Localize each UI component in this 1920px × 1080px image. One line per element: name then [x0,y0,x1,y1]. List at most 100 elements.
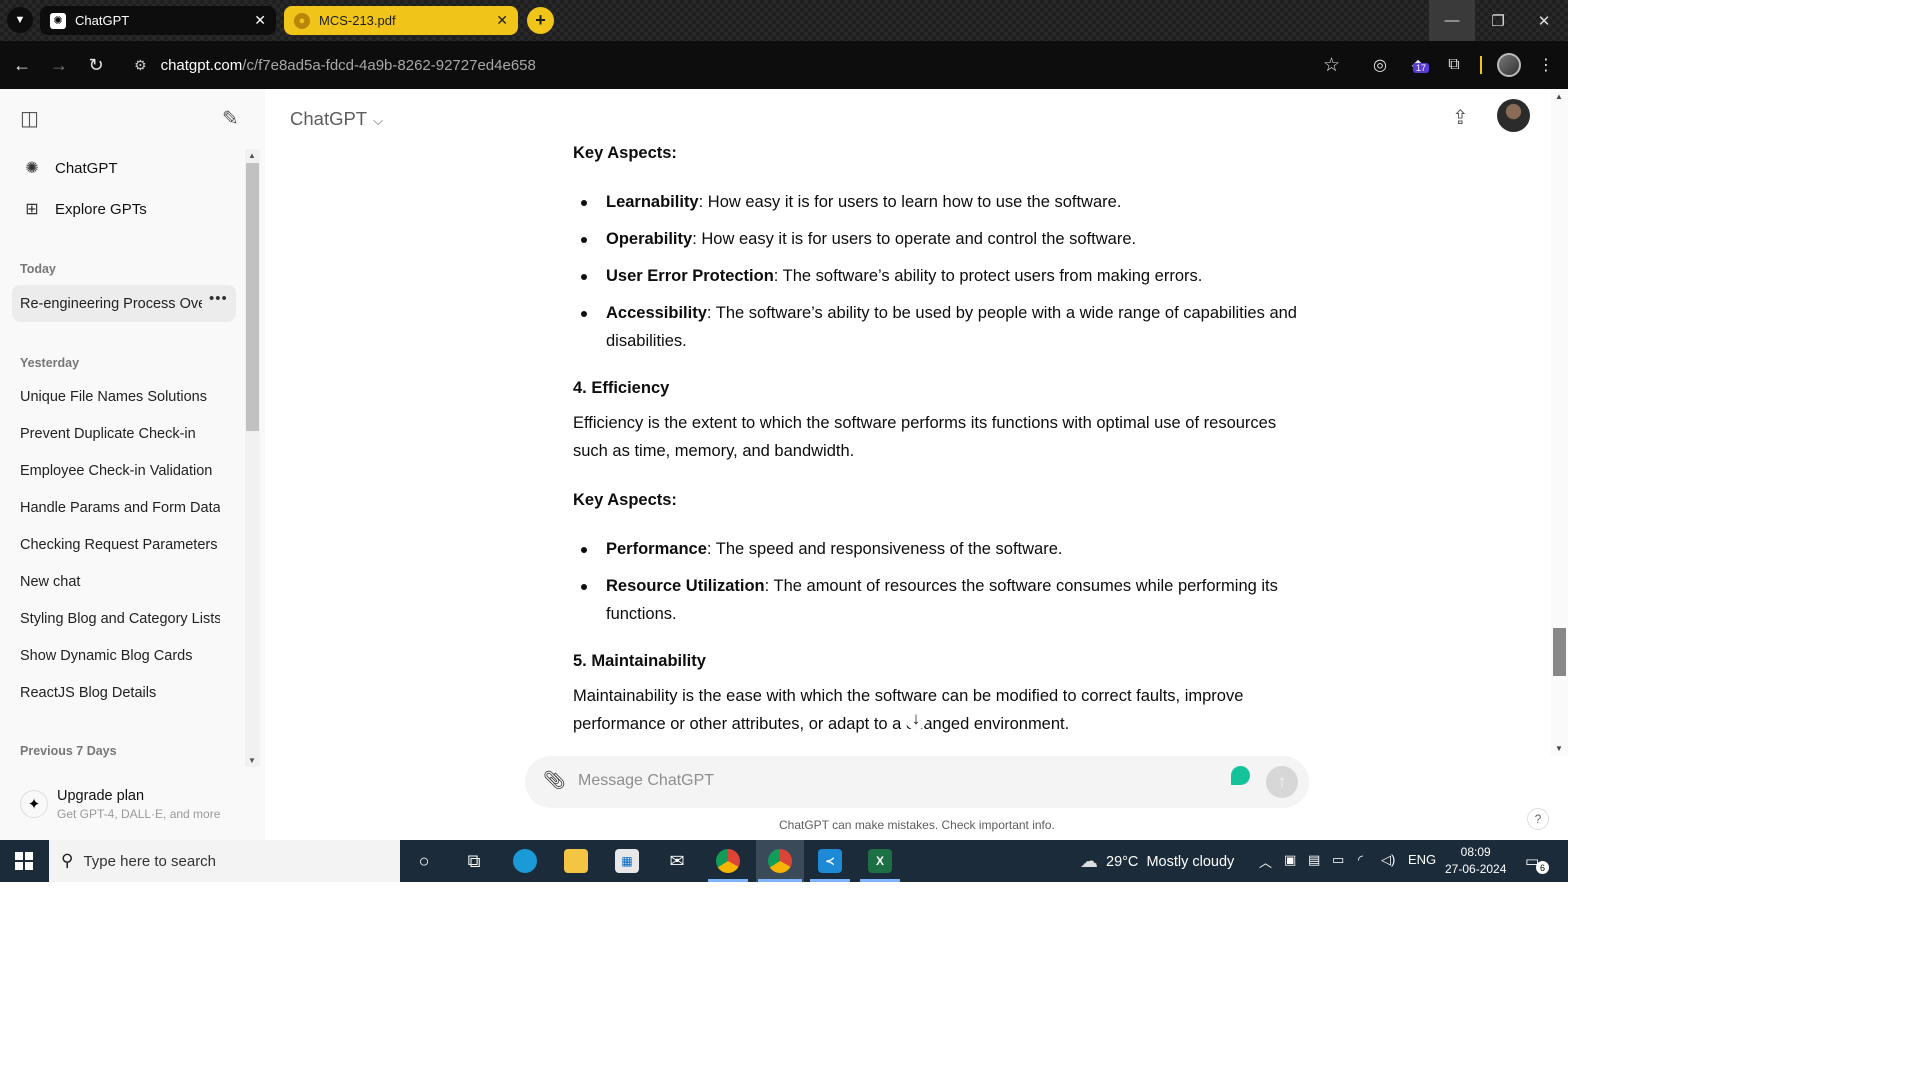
scroll-up-icon[interactable]: ▲ [1555,92,1563,101]
scrollbar-thumb[interactable] [1553,628,1566,676]
reload-icon[interactable]: ↻ [84,53,108,77]
upgrade-plan-button[interactable]: ✦ Upgrade plan Get GPT-4, DALL·E, and mo… [20,788,220,821]
chrome-icon[interactable] [708,845,748,877]
cortana-icon[interactable]: ○ [404,845,444,877]
start-button[interactable] [0,840,48,882]
definition: : The speed and responsiveness of the so… [706,540,1063,558]
main-scrollbar[interactable]: ▲ ▼ [1551,89,1568,756]
close-tab-icon[interactable]: ✕ [254,12,266,29]
bullet-dot [581,311,587,317]
taskbar-search[interactable]: ⚲ Type here to search [49,840,400,882]
new-chat-icon[interactable]: ✎ [222,106,239,131]
store-icon[interactable]: ▦ [607,845,647,877]
url-field[interactable]: ⚙ chatgpt.com/c/f7e8ad5a-fdcd-4a9b-8262-… [122,47,1352,83]
chat-item[interactable]: Handle Params and Form Data [20,500,220,516]
new-tab-button[interactable]: + [527,7,554,34]
chat-item[interactable]: Show Dynamic Blog Cards [20,648,220,664]
tray-meet-icon[interactable]: ▤ [1308,852,1320,868]
scroll-down-icon[interactable]: ▼ [1555,744,1563,753]
battery-icon[interactable]: ▭ [1332,852,1344,868]
close-window-button[interactable]: ✕ [1521,0,1567,41]
running-indicator [708,879,748,882]
scroll-up-icon[interactable]: ▲ [248,151,256,160]
definition: : The software’s ability to be used by p… [706,304,1297,322]
restore-button[interactable]: ❐ [1475,0,1521,41]
share-icon[interactable]: ⇪ [1452,105,1469,130]
chat-item[interactable]: Prevent Duplicate Check-in [20,426,220,442]
sidebar-scrollbar[interactable]: ▲ ▼ [245,149,260,767]
minimize-button[interactable]: — [1429,0,1475,41]
chat-item[interactable]: Styling Blog and Category Lists [20,611,220,627]
upgrade-subtitle: Get GPT-4, DALL·E, and more [57,807,221,821]
tray-app-icon[interactable]: ▣ [1284,852,1296,868]
chrome-profile-icon[interactable] [760,845,800,877]
weather-widget[interactable]: ☁ 29°C Mostly cloudy [1080,851,1234,872]
browser-menu-icon[interactable]: ⋮ [1534,53,1558,77]
profile-avatar[interactable] [1497,53,1521,77]
file-explorer-icon[interactable] [556,845,596,877]
tab-pdf[interactable]: ● MCS-213.pdf ✕ [284,6,518,35]
weather-temp: 29°C [1106,853,1139,870]
chat-item[interactable]: Checking Request Parameters [20,537,220,553]
chat-item[interactable]: Unique File Names Solutions [20,389,220,405]
definition: : How easy it is for users to operate an… [692,230,1137,248]
close-tab-icon[interactable]: ✕ [496,12,508,29]
model-name: ChatGPT [290,108,368,129]
paragraph-line: such as time, memory, and bandwidth. [573,442,855,460]
sidebar-item-explore-gpts[interactable]: ⊞ Explore GPTs [20,199,146,219]
send-button[interactable]: ↑ [1266,766,1298,798]
mail-icon[interactable]: ✉ [657,845,697,877]
notification-count: 6 [1536,861,1549,874]
tab-search-button[interactable]: ▼ [7,7,33,33]
section-header-previous-7-days: Previous 7 Days [20,744,117,758]
definition: : How easy it is for users to learn how … [698,193,1122,211]
extensions-puzzle-icon[interactable]: ⧉ [1442,53,1466,77]
edge-icon[interactable] [505,845,545,877]
volume-icon[interactable]: ◁) [1381,852,1395,868]
user-avatar[interactable] [1497,99,1530,132]
scrollbar-thumb[interactable] [246,163,259,431]
message-composer[interactable]: 📎︎ Message ChatGPT ↑ [525,756,1309,808]
chat-options-icon[interactable]: ••• [209,290,228,307]
tab-chatgpt[interactable]: ✺ ChatGPT ✕ [40,6,276,35]
list-item: Performance: The speed and responsivenes… [606,540,1062,559]
chat-item[interactable]: Employee Check-in Validation [20,463,220,479]
forward-icon[interactable]: → [47,53,71,77]
language-indicator[interactable]: ENG [1408,852,1436,867]
bookmark-star-icon[interactable]: ☆ [1323,54,1340,77]
help-button[interactable]: ? [1527,808,1549,830]
chat-item[interactable]: ReactJS Blog Details [20,685,220,701]
back-icon[interactable]: ← [10,53,34,77]
paragraph-line: performance or other attributes, or adap… [573,715,1070,733]
openai-icon: ✺ [50,12,66,29]
windows-logo-icon [15,852,33,870]
running-indicator [860,879,900,882]
wifi-icon[interactable]: ◜ [1358,852,1363,868]
notification-icon[interactable]: ▭ 6 [1525,852,1549,874]
message-input[interactable]: Message ChatGPT [578,772,714,790]
section-heading: 4. Efficiency [573,379,670,397]
attach-paperclip-icon[interactable]: 📎︎ [543,770,566,791]
excel-icon[interactable]: X [860,845,900,877]
chat-item[interactable]: New chat [20,574,220,590]
weather-desc: Mostly cloudy [1146,853,1235,870]
extension-target-icon[interactable]: ◎ [1368,53,1392,77]
sidebar-toggle-icon[interactable]: ◫ [20,106,39,131]
vscode-icon[interactable]: ≺ [810,845,850,877]
sidebar-item-chatgpt[interactable]: ✺ ChatGPT [20,158,118,178]
scroll-down-icon[interactable]: ▼ [248,756,256,765]
task-view-icon[interactable]: ⧉ [454,845,494,877]
list-item: Operability: How easy it is for users to… [606,230,1136,249]
bullet-dot [581,547,587,553]
search-icon: ⚲ [61,851,74,870]
grammarly-icon[interactable] [1231,766,1250,785]
system-clock[interactable]: 08:09 27-06-2024 [1445,844,1506,878]
site-info-icon[interactable]: ⚙ [134,57,147,74]
sidebar-item-label: ChatGPT [55,159,118,177]
chevron-up-icon[interactable]: ︿ [1259,852,1272,871]
cloud-icon: ☁ [1080,851,1098,871]
model-selector[interactable]: ChatGPT ⌵ [290,108,383,130]
url-path: /c/f7e8ad5a-fdcd-4a9b-8262-92727ed4e658 [242,56,536,74]
scroll-to-bottom-button[interactable]: ↓ [905,708,927,730]
term: User Error Protection [606,267,774,285]
